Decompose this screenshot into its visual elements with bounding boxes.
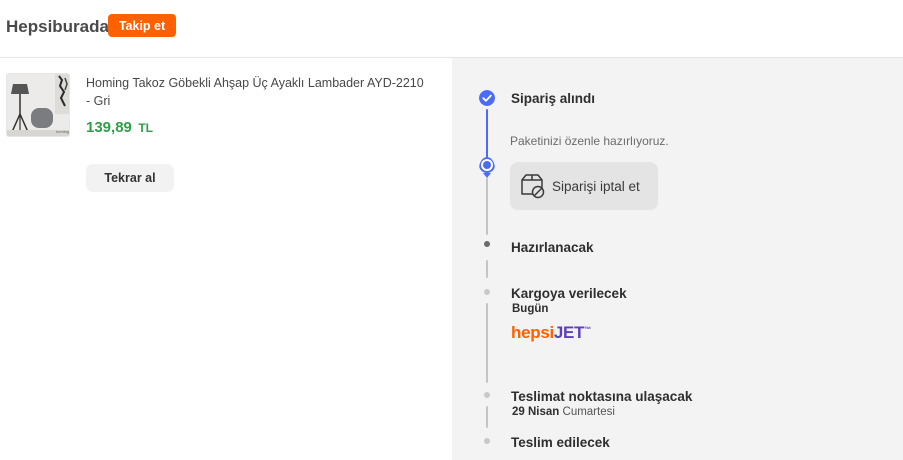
cancel-order-button[interactable]: Siparişi iptal et	[510, 162, 658, 210]
cancel-order-label: Siparişi iptal et	[552, 178, 640, 194]
rebuy-button[interactable]: Tekrar al	[86, 164, 174, 192]
step-courier-date: Bugün	[512, 303, 548, 315]
product-price: 139,89 TL	[86, 119, 153, 137]
hepsijet-logo-part2: JET	[553, 323, 585, 342]
step-dot	[484, 438, 490, 444]
product-thumbnail[interactable]: homing	[6, 73, 70, 137]
timeline-line	[486, 406, 488, 428]
step-to-be-prepared: Hazırlanacak	[511, 240, 594, 255]
order-tracking-panel: Sipariş alındı Paketinizi özenle hazırlı…	[452, 58, 903, 460]
floor-lamp-image	[7, 74, 69, 136]
product-title[interactable]: Homing Takoz Göbekli Ahşap Üç Ayaklı Lam…	[86, 74, 431, 110]
step-dot	[484, 289, 490, 295]
hepsijet-trademark: ™	[584, 326, 591, 334]
step-handed-to-courier: Kargoya verilecek	[511, 286, 627, 301]
package-cancel-icon	[521, 174, 545, 199]
step-arrival-date: 29 Nisan Cumartesi	[512, 406, 615, 418]
price-amount: 139,89	[86, 119, 132, 136]
current-step-icon	[479, 157, 495, 178]
arrival-date-day: 29 Nisan	[512, 406, 560, 418]
seller-header: Hepsiburada Takip et	[0, 0, 903, 58]
timeline-line-done	[486, 109, 488, 160]
step-current-description: Paketinizi özenle hazırlıyoruz.	[510, 134, 669, 148]
price-currency: TL	[138, 121, 154, 135]
step-dot	[484, 241, 490, 247]
seller-name[interactable]: Hepsiburada	[6, 17, 109, 37]
thumb-caption: homing	[56, 129, 70, 134]
timeline-line	[486, 178, 488, 235]
hepsijet-logo: hepsiJET™	[511, 323, 591, 343]
step-delivered: Teslim edilecek	[511, 435, 610, 450]
hepsijet-logo-part1: hepsi	[511, 323, 554, 342]
step-order-received: Sipariş alındı	[511, 91, 596, 106]
timeline-line	[486, 303, 488, 383]
step-arrive-pickup-point: Teslimat noktasına ulaşacak	[511, 389, 693, 404]
step-courier-date-text: Bugün	[512, 303, 549, 315]
checkmark-icon	[479, 90, 495, 106]
step-dot	[484, 392, 490, 398]
product-panel: homing Homing Takoz Göbekli Ahşap Üç Aya…	[0, 58, 452, 460]
arrival-date-weekday: Cumartesi	[559, 406, 615, 418]
follow-button[interactable]: Takip et	[108, 14, 176, 37]
timeline-line	[486, 260, 488, 278]
